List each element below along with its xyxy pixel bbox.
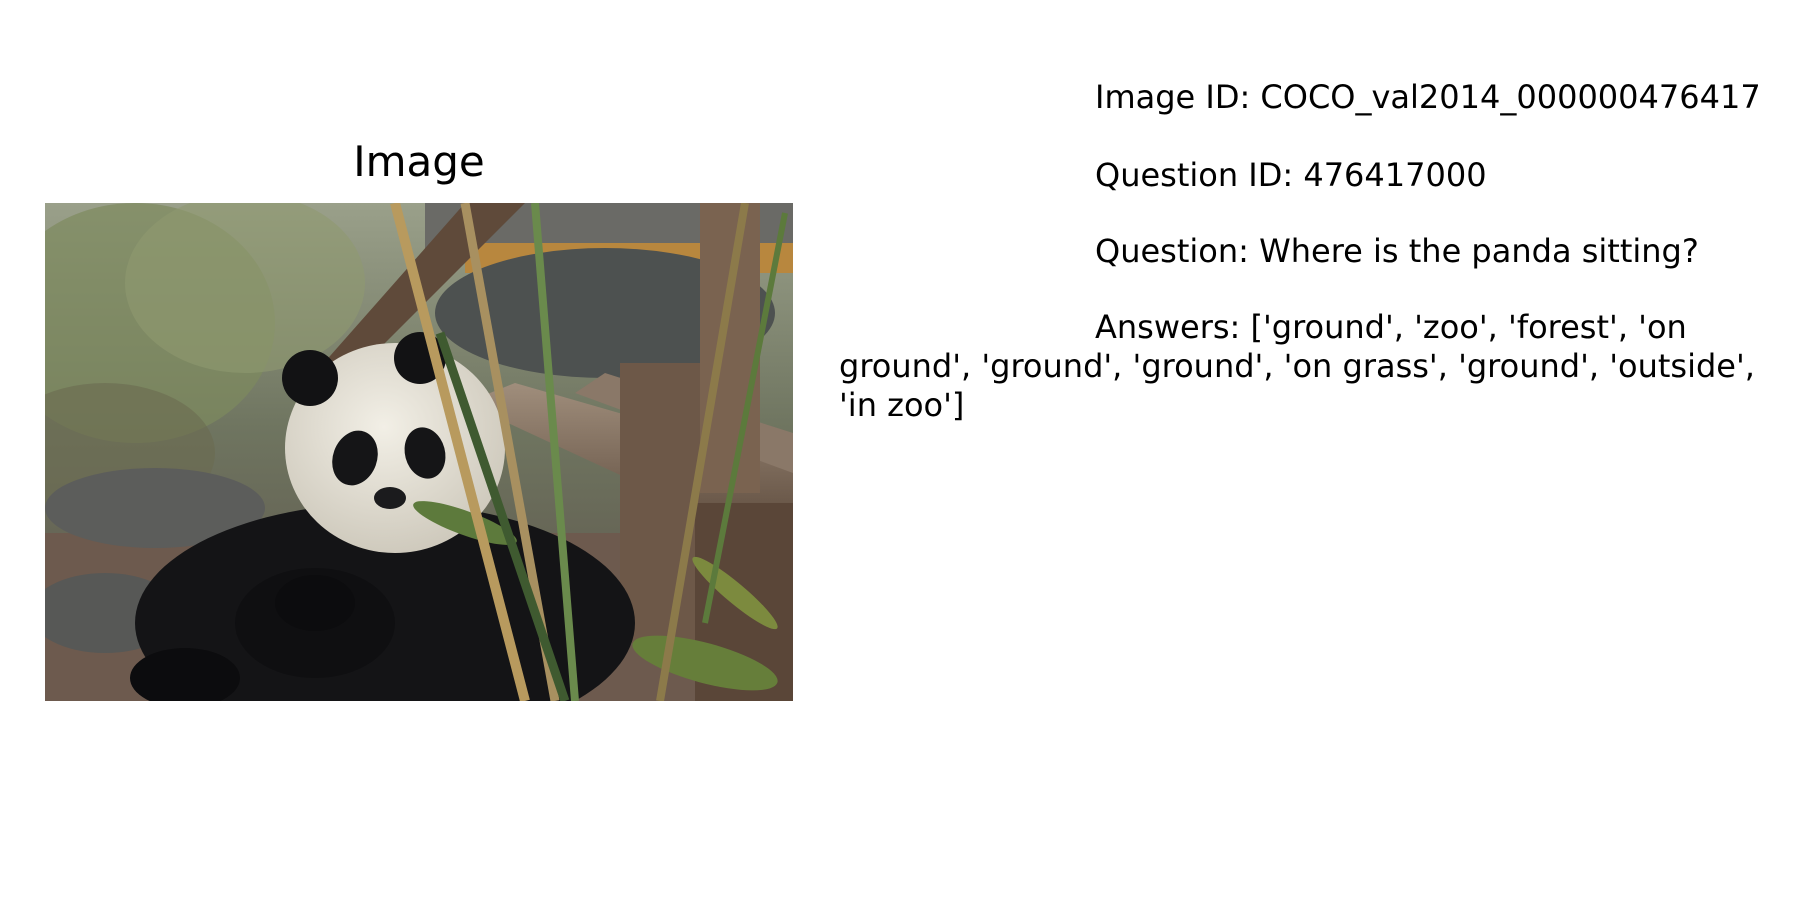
answers-list: ['ground', 'zoo', 'forest', 'on ground',… bbox=[839, 308, 1755, 424]
image-id-value: COCO_val2014_000000476417 bbox=[1260, 78, 1761, 116]
image-title: Image bbox=[353, 137, 485, 186]
question-id-value: 476417000 bbox=[1303, 156, 1487, 194]
question-text: Where is the panda sitting? bbox=[1259, 232, 1699, 270]
question-id-label: Question ID: bbox=[1095, 156, 1294, 194]
answers-label: Answers: bbox=[1095, 308, 1241, 346]
question-label: Question: bbox=[1095, 232, 1249, 270]
question-id-line: Question ID: 476417000 bbox=[1095, 156, 1487, 195]
question-line: Question: Where is the panda sitting? bbox=[1095, 232, 1699, 271]
image-id-label: Image ID: bbox=[1095, 78, 1251, 116]
image-id-line: Image ID: COCO_val2014_000000476417 bbox=[1095, 78, 1761, 117]
answers-block: Answers: ['ground', 'zoo', 'forest', 'on… bbox=[839, 308, 1800, 425]
panda-photo bbox=[45, 203, 793, 701]
